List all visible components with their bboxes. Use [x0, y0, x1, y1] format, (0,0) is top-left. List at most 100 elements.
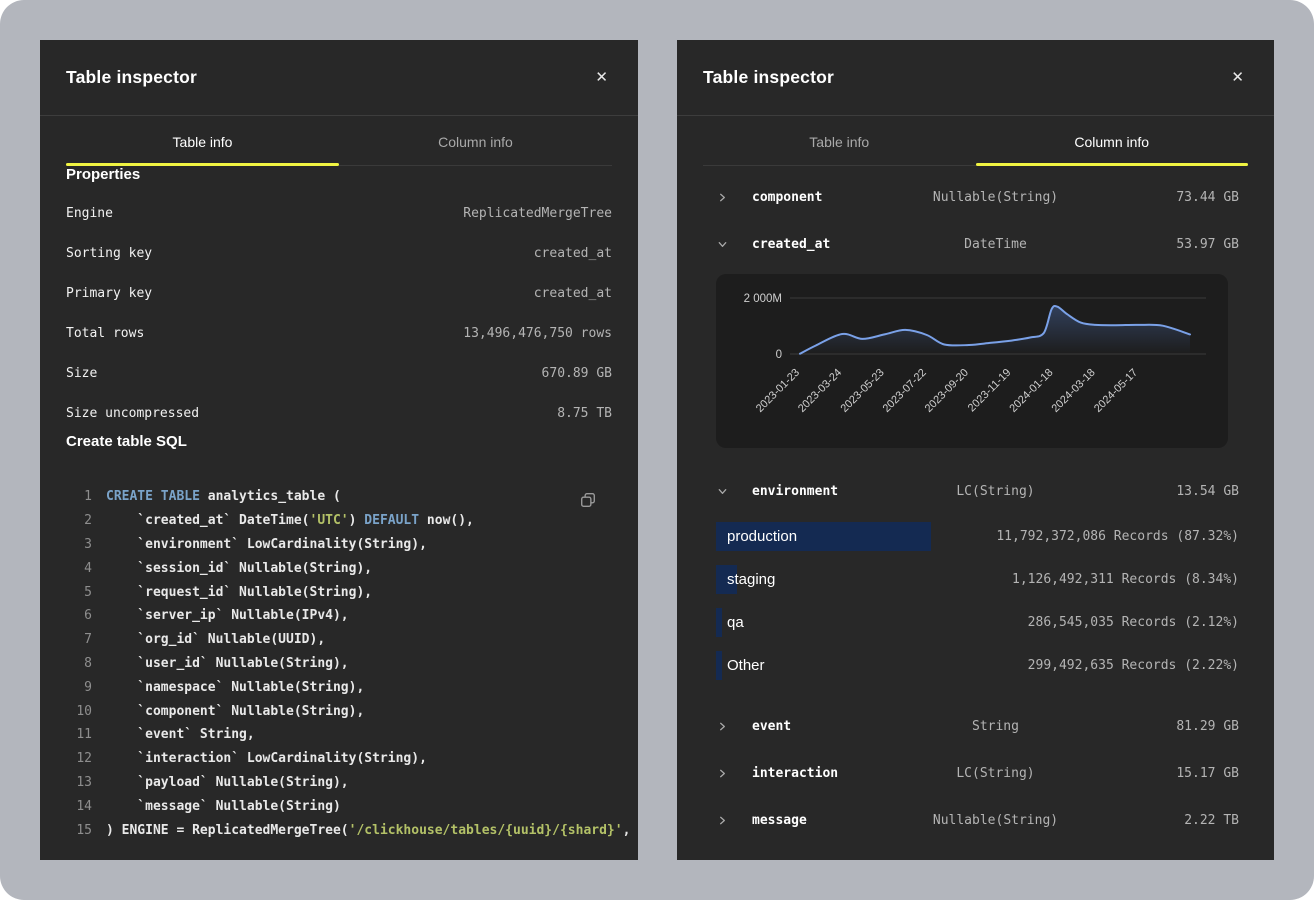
tab-bar: Table info Column info	[66, 116, 612, 166]
column-type: Nullable(String)	[914, 813, 1076, 828]
column-name: event	[752, 719, 914, 734]
property-value: 670.89 GB	[542, 366, 612, 381]
tab-table-info[interactable]: Table info	[66, 116, 339, 165]
dialog-title: Table inspector	[66, 67, 197, 88]
line-code: `message` Nullable(String)	[106, 799, 341, 814]
sql-line: 8 `user_id` Nullable(String),	[66, 652, 612, 676]
code-segment: `namespace` Nullable(String),	[106, 680, 364, 695]
value-records: 299,492,635 Records (2.22%)	[1028, 658, 1239, 673]
x-tick-label: 2024-03-18	[1049, 367, 1097, 415]
property-row: Size 670.89 GB	[66, 353, 612, 393]
column-row-component[interactable]: componentNullable(String)73.44 GB	[677, 174, 1274, 221]
modal-backdrop: Table inspector ✕ Table info Column info…	[0, 0, 1314, 900]
property-value: 8.75 TB	[557, 406, 612, 421]
y-tick-label: 0	[776, 349, 782, 361]
line-number: 12	[66, 751, 92, 766]
value-records: 1,126,492,311 Records (8.34%)	[1012, 572, 1239, 587]
code-segment: `interaction` LowCardinality(String),	[106, 751, 427, 766]
tab-table-info[interactable]: Table info	[703, 116, 976, 165]
property-row: EngineReplicatedMergeTree	[66, 193, 612, 233]
column-size: 15.17 GB	[1077, 766, 1239, 781]
column-size: 53.97 GB	[1077, 237, 1239, 252]
line-number: 13	[66, 775, 92, 790]
value-label: staging	[727, 571, 775, 588]
x-tick-label: 2023-09-20	[923, 367, 971, 415]
code-segment: DEFAULT	[364, 513, 419, 528]
chevron-right-icon	[717, 815, 752, 826]
dialog-header: Table inspector ✕	[40, 40, 638, 116]
property-label: Size	[66, 366, 97, 381]
chevron-right-icon	[717, 721, 752, 732]
properties-heading: Properties	[66, 166, 612, 183]
tab-column-info[interactable]: Column info	[339, 116, 612, 165]
code-segment: `org_id` Nullable(UUID),	[106, 632, 325, 647]
line-code: `session_id` Nullable(String),	[106, 561, 372, 576]
property-value: ReplicatedMergeTree	[463, 206, 612, 221]
sql-line: 10 `component` Nullable(String),	[66, 699, 612, 723]
code-segment: 'UTC'	[310, 513, 349, 528]
column-row-message[interactable]: messageNullable(String)2.22 TB	[677, 797, 1274, 844]
code-segment: analytics_table (	[200, 489, 341, 504]
environment-value-row: Other299,492,635 Records (2.22%)	[716, 644, 1239, 687]
close-icon[interactable]: ✕	[591, 66, 612, 89]
close-icon[interactable]: ✕	[1227, 66, 1248, 89]
code-segment: `created_at` DateTime(	[106, 513, 310, 528]
dialog-header: Table inspector ✕	[677, 40, 1274, 116]
x-tick-label: 2023-01-23	[754, 367, 802, 415]
environment-value-row: qa 286,545,035 Records (2.12%)	[716, 601, 1239, 644]
x-tick-label: 2024-01-18	[1007, 367, 1055, 415]
code-segment: `session_id` Nullable(String),	[106, 561, 372, 576]
column-name: interaction	[752, 766, 914, 781]
line-code: `request_id` Nullable(String),	[106, 585, 372, 600]
x-tick-label: 2023-05-23	[838, 367, 886, 415]
property-label: Total rows	[66, 326, 144, 341]
sql-line: 3 `environment` LowCardinality(String),	[66, 533, 612, 557]
sql-line: 12 `interaction` LowCardinality(String),	[66, 747, 612, 771]
environment-value-row: staging 1,126,492,311 Records (8.34%)	[716, 558, 1239, 601]
line-code: `server_ip` Nullable(IPv4),	[106, 608, 349, 623]
code-segment: `request_id` Nullable(String),	[106, 585, 372, 600]
table-info-content: Properties EngineReplicatedMergeTreeSort…	[40, 166, 638, 842]
code-segment: now(),	[419, 513, 474, 528]
property-row: Sorting keycreated_at	[66, 233, 612, 273]
x-tick-label: 2023-03-24	[796, 367, 844, 415]
dialog-title: Table inspector	[703, 67, 834, 88]
line-number: 7	[66, 632, 92, 647]
column-name: created_at	[752, 237, 914, 252]
sql-line: 2 `created_at` DateTime('UTC') DEFAULT n…	[66, 509, 612, 533]
copy-icon[interactable]	[578, 490, 598, 513]
x-tick-label: 2023-11-19	[966, 367, 1014, 415]
created-at-distribution-chart: 2 000M02023-01-232023-03-242023-05-23202…	[716, 274, 1228, 448]
line-code: `namespace` Nullable(String),	[106, 680, 364, 695]
line-code: CREATE TABLE analytics_table (	[106, 489, 341, 504]
property-row: Total rows13,496,476,750 rows	[66, 313, 612, 353]
value-records: 286,545,035 Records (2.12%)	[1028, 615, 1239, 630]
line-number: 1	[66, 489, 92, 504]
chevron-down-icon	[717, 239, 752, 250]
column-row-created_at[interactable]: created_atDateTime53.97 GB	[677, 221, 1274, 268]
table-inspector-dialog-column-info: Table inspector ✕ Table info Column info…	[677, 40, 1274, 860]
column-row-interaction[interactable]: interactionLC(String)15.17 GB	[677, 750, 1274, 797]
line-code: `org_id` Nullable(UUID),	[106, 632, 325, 647]
code-segment: `server_ip` Nullable(IPv4),	[106, 608, 349, 623]
line-number: 11	[66, 727, 92, 742]
code-segment: ,	[623, 823, 631, 838]
column-row-environment[interactable]: environmentLC(String)13.54 GB	[677, 468, 1274, 515]
tab-column-info[interactable]: Column info	[976, 116, 1249, 165]
column-row-event[interactable]: eventString81.29 GB	[677, 703, 1274, 750]
sql-line: 1 CREATE TABLE analytics_table (	[66, 485, 612, 509]
value-label: production	[727, 528, 797, 545]
line-code: `user_id` Nullable(String),	[106, 656, 349, 671]
column-size: 81.29 GB	[1077, 719, 1239, 734]
line-number: 10	[66, 704, 92, 719]
sql-line: 5 `request_id` Nullable(String),	[66, 580, 612, 604]
property-value: created_at	[534, 246, 612, 261]
column-type: DateTime	[914, 237, 1076, 252]
value-label: qa	[727, 614, 744, 631]
column-size: 2.22 TB	[1077, 813, 1239, 828]
code-segment: `payload` Nullable(String),	[106, 775, 349, 790]
line-number: 15	[66, 823, 92, 838]
sql-line: 4 `session_id` Nullable(String),	[66, 556, 612, 580]
create-sql-heading: Create table SQL	[66, 433, 612, 450]
line-code: `component` Nullable(String),	[106, 704, 364, 719]
